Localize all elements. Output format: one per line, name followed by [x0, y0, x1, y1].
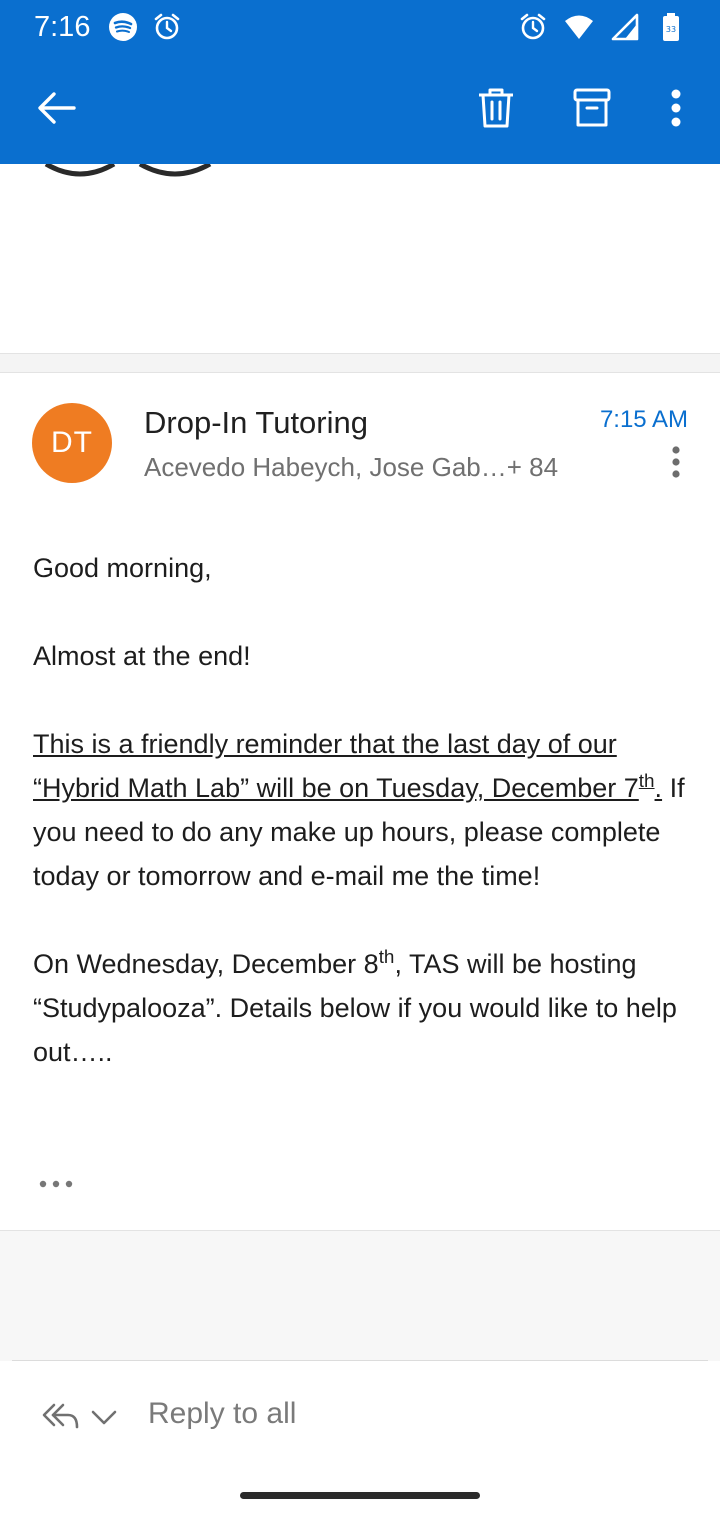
more-options-button[interactable]: [652, 84, 700, 132]
message-body: Good morning, Almost at the end! This is…: [33, 546, 693, 1118]
svg-text:33: 33: [666, 25, 676, 34]
spotify-icon: [109, 13, 137, 41]
signal-icon: [611, 13, 639, 41]
show-quoted-text-button[interactable]: [33, 1168, 79, 1200]
recipients-list[interactable]: Acevedo Habeych, Jose Gab…+ 84: [144, 452, 558, 483]
avatar-initials: DT: [51, 426, 93, 459]
delete-icon: [479, 88, 513, 128]
alarm-icon: [154, 13, 180, 40]
body-paragraph-reminder: This is a friendly reminder that the las…: [33, 722, 693, 898]
reminder-underlined-period: .: [654, 773, 663, 803]
chevron-down-icon[interactable]: [90, 1405, 118, 1429]
reminder-underlined-text: This is a friendly reminder that the las…: [33, 729, 639, 803]
body-paragraph-greeting: Good morning,: [33, 553, 212, 583]
back-button[interactable]: [32, 84, 80, 132]
empty-area: [0, 1231, 720, 1361]
more-horiz-icon: [39, 1180, 73, 1188]
archive-icon: [573, 88, 611, 127]
sender-name[interactable]: Drop-In Tutoring: [144, 405, 368, 441]
delete-button[interactable]: [472, 84, 520, 132]
reminder-superscript: th: [638, 771, 655, 792]
sender-avatar[interactable]: DT: [32, 403, 112, 483]
reply-all-label[interactable]: Reply to all: [148, 1397, 296, 1431]
studypalooza-superscript: th: [378, 947, 395, 968]
archive-button[interactable]: [568, 84, 616, 132]
battery-icon: 33: [663, 13, 679, 41]
status-icons-left: [108, 12, 182, 42]
alarm-icon: [520, 13, 546, 40]
message-divider: [0, 353, 720, 373]
home-indicator[interactable]: [240, 1492, 480, 1499]
back-arrow-icon: [38, 92, 76, 124]
message-time: 7:15 AM: [599, 406, 688, 433]
status-icons-right: 33: [518, 12, 686, 42]
status-time: 7:16: [34, 11, 91, 43]
message-more-button[interactable]: [656, 440, 696, 484]
more-vert-icon: [671, 89, 681, 127]
studypalooza-text-a: On Wednesday, December 8: [33, 949, 379, 979]
body-paragraph-intro: Almost at the end!: [33, 641, 251, 671]
more-vert-icon: [672, 446, 680, 478]
reply-bar[interactable]: Reply to all: [0, 1361, 720, 1471]
previous-attachment-circles: [44, 164, 212, 177]
wifi-icon: [565, 15, 593, 39]
previous-message-remnant: [0, 164, 720, 354]
body-paragraph-studypalooza: On Wednesday, December 8th, TAS will be …: [33, 942, 693, 1074]
app-header: 7:16 33: [0, 0, 720, 164]
reply-all-icon: [42, 1403, 79, 1429]
